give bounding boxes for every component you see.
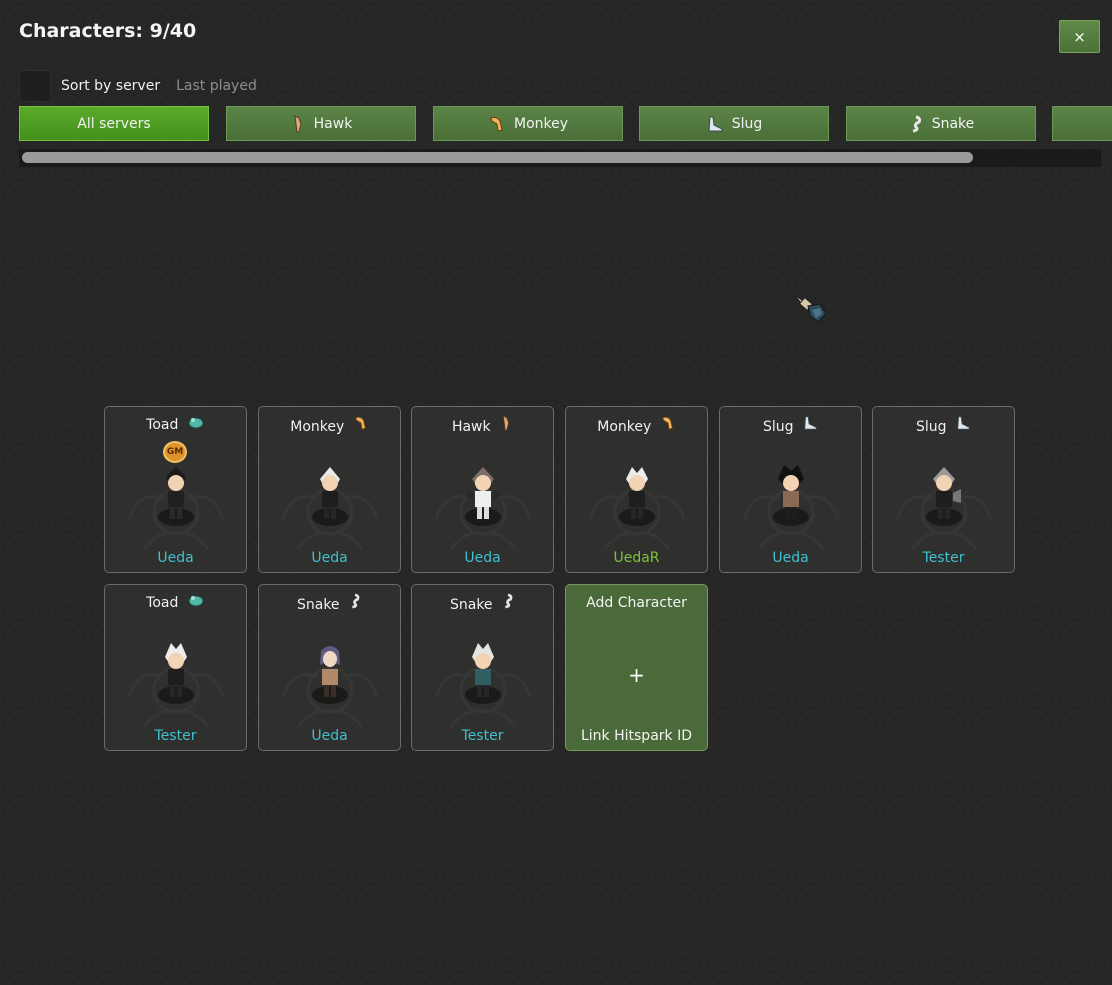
close-button[interactable]: ×	[1059, 20, 1100, 53]
toad-icon	[188, 417, 204, 429]
character-sprite	[465, 467, 501, 526]
tabs-scrollbar[interactable]	[19, 149, 1101, 167]
plus-icon[interactable]: +	[566, 663, 707, 687]
tab-hawk[interactable]: Hawk	[226, 106, 416, 141]
tab-monkey[interactable]: Monkey	[433, 106, 623, 141]
character-sprite	[158, 643, 194, 704]
character-sprite	[926, 467, 962, 526]
server-name: Monkey	[290, 419, 345, 435]
page-title: Characters: 9/40	[19, 20, 197, 42]
hawk-icon	[502, 415, 510, 431]
character-sprite	[312, 646, 348, 704]
character-card[interactable]: Toad Tester	[104, 584, 247, 751]
monkey-icon	[354, 416, 366, 430]
card-server: Toad	[105, 415, 246, 433]
card-server: Snake	[412, 593, 553, 613]
add-character-card[interactable]: Add Character + Link Hitspark ID	[565, 584, 708, 751]
kunai-cursor-icon	[793, 293, 827, 323]
server-name: Snake	[449, 597, 493, 613]
server-name: Snake	[296, 597, 340, 613]
tab-next-partial[interactable]	[1052, 106, 1112, 141]
link-hitspark-id[interactable]: Link Hitspark ID	[566, 728, 707, 744]
toad-icon	[188, 595, 204, 607]
tab-label: All servers	[77, 115, 151, 132]
last-played-option[interactable]: Last played	[176, 78, 257, 94]
card-server: Snake	[259, 593, 400, 613]
card-server: Monkey	[566, 415, 707, 435]
character-card[interactable]: Hawk Ueda	[411, 406, 554, 573]
monkey-icon	[661, 416, 673, 430]
character-name: Ueda	[464, 550, 501, 566]
character-name: Ueda	[772, 550, 809, 566]
character-name: Ueda	[311, 550, 348, 566]
tab-all-servers[interactable]: All servers	[19, 106, 209, 141]
card-server: Hawk	[412, 415, 553, 435]
tab-label: Snake	[931, 115, 975, 132]
character-card[interactable]: Toad GM Ueda	[104, 406, 247, 573]
server-name: Toad	[146, 417, 179, 433]
monkey-icon	[490, 116, 503, 132]
card-server: Slug	[873, 415, 1014, 435]
character-card[interactable]: Slug Tester	[872, 406, 1015, 573]
snake-icon	[505, 593, 513, 609]
slug-icon	[804, 416, 817, 430]
character-card[interactable]: Snake Ueda	[258, 584, 401, 751]
character-sprite	[158, 467, 194, 526]
character-name: Tester	[154, 728, 197, 744]
snake-icon	[912, 115, 921, 132]
tab-label: Slug	[731, 115, 763, 132]
character-sprite	[773, 465, 809, 526]
character-sprite	[619, 467, 655, 526]
character-name: Tester	[922, 550, 965, 566]
server-name: Slug	[763, 419, 794, 435]
character-name: Ueda	[157, 550, 194, 566]
server-name: Toad	[146, 595, 179, 611]
character-card[interactable]: Snake Tester	[411, 584, 554, 751]
character-card[interactable]: Slug Ueda	[719, 406, 862, 573]
tab-label: Monkey	[513, 115, 569, 132]
character-sprite	[465, 643, 501, 704]
character-card[interactable]: Monkey UedaR	[565, 406, 708, 573]
card-server: Toad	[105, 593, 246, 611]
snake-icon	[352, 593, 360, 609]
server-name: Monkey	[597, 419, 652, 435]
character-name: Tester	[461, 728, 504, 744]
card-server: Monkey	[259, 415, 400, 435]
tab-label: Hawk	[313, 115, 353, 132]
sort-row: Sort by server Last played	[19, 69, 257, 102]
sort-by-server-label[interactable]: Sort by server	[61, 78, 160, 94]
add-character-label: Add Character	[586, 595, 687, 611]
tab-slug[interactable]: Slug	[639, 106, 829, 141]
server-name: Hawk	[451, 419, 491, 435]
sort-by-server-toggle[interactable]	[19, 69, 51, 102]
character-name: Ueda	[311, 728, 348, 744]
character-name: UedaR	[613, 550, 660, 566]
slug-icon	[708, 116, 723, 131]
scrollbar-thumb[interactable]	[22, 152, 973, 163]
hawk-icon	[294, 114, 302, 132]
character-sprite	[312, 467, 348, 526]
character-card[interactable]: Monkey Ueda	[258, 406, 401, 573]
card-server: Slug	[720, 415, 861, 435]
slug-icon	[957, 416, 970, 430]
server-name: Slug	[916, 419, 947, 435]
tab-snake[interactable]: Snake	[846, 106, 1036, 141]
